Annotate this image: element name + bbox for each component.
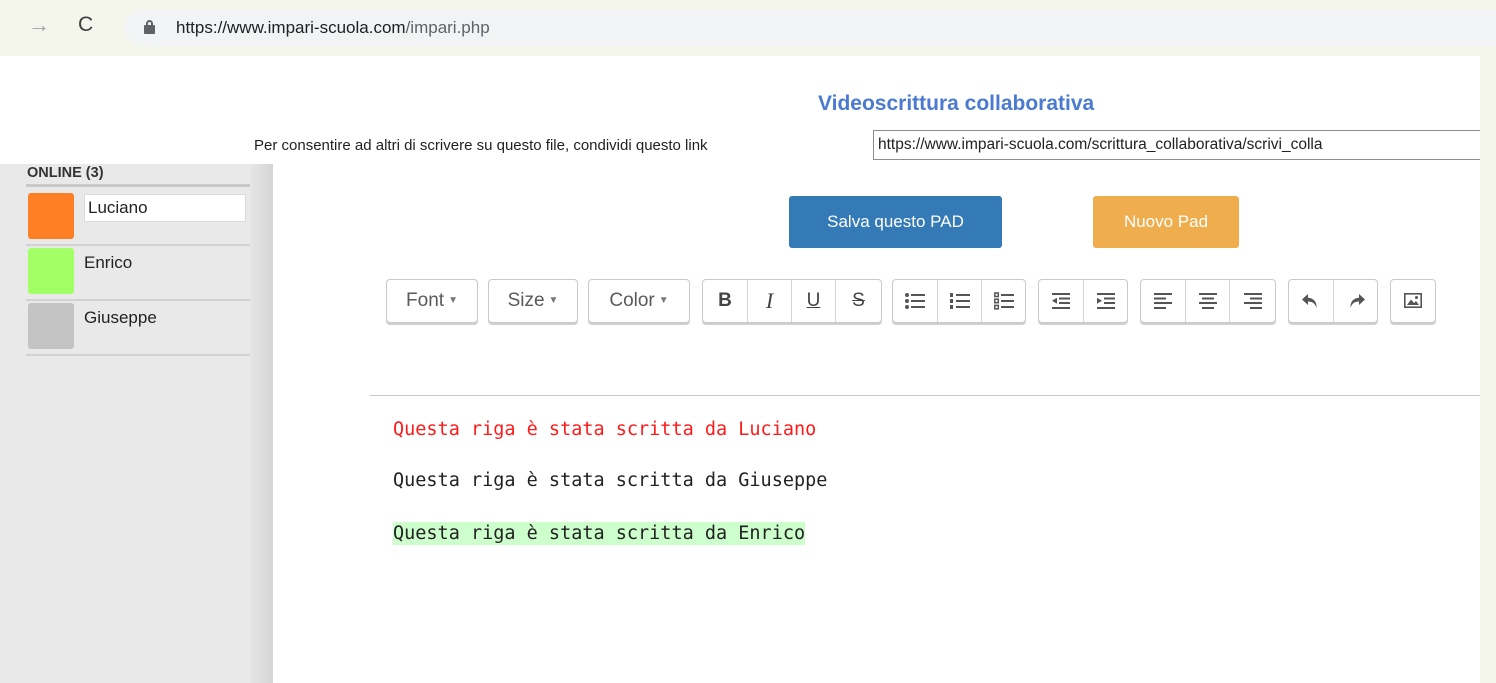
user-row-enrico: Enrico: [26, 246, 250, 301]
share-link-input[interactable]: https://www.impari-scuola.com/scrittura_…: [873, 130, 1493, 160]
indent-icon: [1096, 292, 1115, 309]
redo-icon: [1349, 293, 1365, 308]
url-path: /impari.php: [405, 18, 490, 37]
online-title-rule: [26, 184, 250, 187]
caret-down-icon: ▼: [548, 295, 559, 306]
editor-line-enrico[interactable]: Questa riga è stata scritta da Enrico: [393, 522, 806, 545]
save-pad-button[interactable]: Salva questo PAD: [789, 196, 1002, 248]
undo-icon: [1302, 293, 1317, 308]
align-left-icon: [1154, 292, 1172, 309]
list-group: [892, 279, 1026, 323]
font-dropdown[interactable]: Font ▼: [386, 279, 478, 323]
indent-button[interactable]: [1083, 280, 1127, 322]
outdent-button[interactable]: [1039, 280, 1083, 322]
user-color-swatch: [28, 303, 74, 349]
user-row-luciano: Luciano: [26, 191, 250, 246]
lock-icon: [144, 20, 155, 34]
page-content: Videoscrittura collaborativa Per consent…: [0, 56, 1493, 683]
align-center-icon: [1198, 292, 1217, 309]
align-center-button[interactable]: [1185, 280, 1229, 322]
numbered-list-button[interactable]: [937, 280, 981, 322]
size-dropdown-label: Size: [507, 290, 545, 312]
address-bar[interactable]: https://www.impari-scuola.com/impari.php: [124, 10, 1496, 46]
editor-divider: [370, 395, 1480, 396]
color-dropdown[interactable]: Color ▼: [588, 279, 690, 323]
online-users-panel: ONLINE (3) Luciano Enrico Giuseppe: [0, 164, 273, 683]
checklist-icon: [993, 292, 1014, 310]
align-right-icon: [1243, 292, 1262, 309]
caret-down-icon: ▼: [448, 295, 458, 306]
bold-button[interactable]: B: [703, 280, 747, 322]
outdent-icon: [1052, 292, 1070, 309]
size-dropdown[interactable]: Size ▼: [488, 279, 578, 323]
sidebar-divider: [250, 164, 273, 683]
url-text[interactable]: https://www.impari-scuola.com/impari.php: [176, 18, 490, 38]
user-row-giuseppe: Giuseppe: [26, 301, 250, 356]
browser-toolbar: → C https://www.impari-scuola.com/impari…: [0, 0, 1496, 56]
align-left-button[interactable]: [1141, 280, 1185, 322]
new-pad-button[interactable]: Nuovo Pad: [1093, 196, 1239, 248]
alignment-group: [1140, 279, 1276, 323]
user-name: Giuseppe: [84, 308, 157, 327]
underline-button[interactable]: U: [791, 280, 835, 322]
user-name: Enrico: [84, 253, 133, 272]
share-link-label: Per consentire ad altri di scrivere su q…: [254, 137, 708, 154]
history-group: [1288, 279, 1378, 323]
undo-button[interactable]: [1289, 280, 1333, 322]
editor-line-luciano[interactable]: Questa riga è stata scritta da Luciano: [393, 419, 816, 440]
editor-line-giuseppe[interactable]: Questa riga è stata scritta da Giuseppe: [393, 470, 827, 491]
window-edge: [1480, 56, 1496, 683]
image-icon: [1404, 293, 1422, 309]
insert-image-button[interactable]: [1391, 280, 1435, 322]
user-color-swatch: [28, 248, 74, 294]
bullet-list-button[interactable]: [893, 280, 937, 322]
indent-group: [1038, 279, 1128, 323]
forward-icon[interactable]: →: [28, 14, 50, 36]
reload-icon[interactable]: C: [78, 14, 93, 36]
color-dropdown-label: Color: [609, 290, 655, 312]
numbered-list-icon: [949, 292, 970, 309]
text-style-group: B I U S: [702, 279, 882, 323]
bullet-list-icon: [905, 292, 925, 309]
image-group: [1390, 279, 1436, 323]
font-dropdown-label: Font: [406, 290, 445, 312]
user-color-swatch[interactable]: [28, 193, 74, 239]
strikethrough-button[interactable]: S: [835, 280, 881, 322]
redo-button[interactable]: [1333, 280, 1377, 322]
user-name-input[interactable]: Luciano: [84, 194, 246, 222]
checklist-button[interactable]: [981, 280, 1025, 322]
url-domain: https://www.impari-scuola.com: [176, 18, 406, 37]
page-title: Videoscrittura collaborativa: [818, 92, 1095, 115]
italic-button[interactable]: I: [747, 280, 791, 322]
online-users-title: ONLINE (3): [27, 165, 104, 181]
align-right-button[interactable]: [1229, 280, 1275, 322]
caret-down-icon: ▼: [658, 295, 669, 306]
